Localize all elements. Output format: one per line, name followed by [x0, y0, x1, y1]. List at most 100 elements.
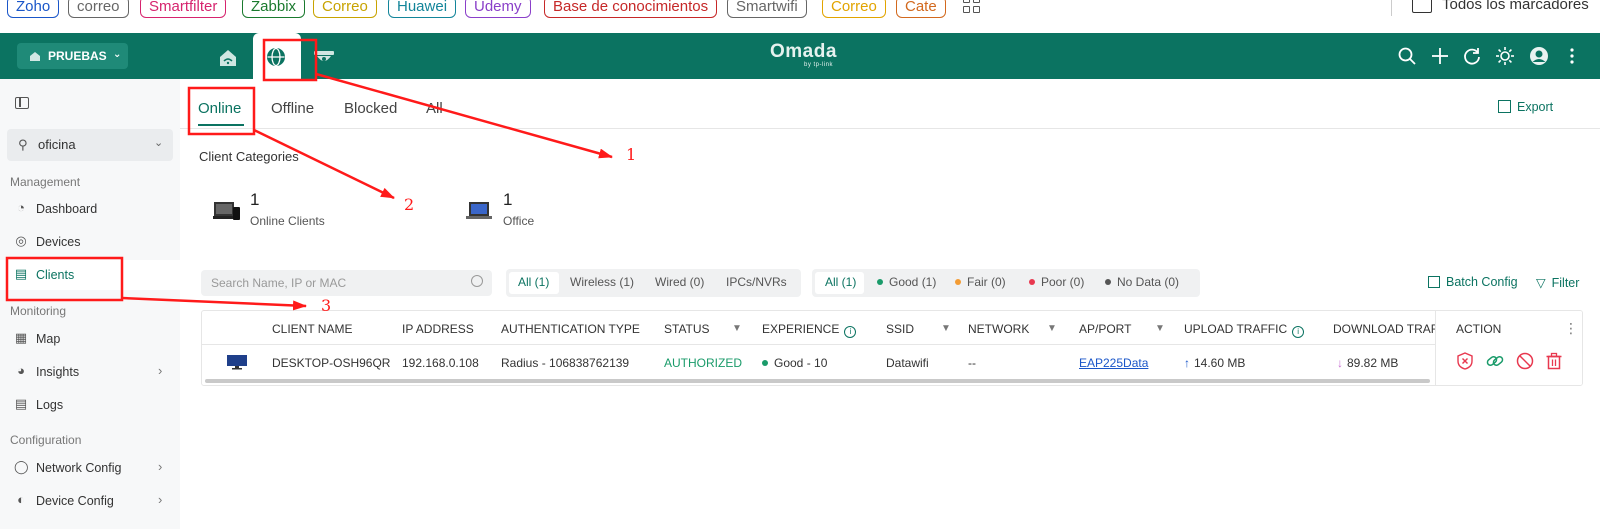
- experience-filter-good[interactable]: Good (1): [877, 275, 936, 289]
- experience-filter-all[interactable]: All (1): [825, 275, 856, 289]
- ap-port-filter-icon[interactable]: ▼: [1155, 323, 1165, 334]
- status-filter-icon[interactable]: ▼: [732, 323, 742, 334]
- col-ssid[interactable]: SSID: [886, 322, 914, 336]
- tab-blocked[interactable]: Blocked: [344, 100, 397, 117]
- tab-clients-globe[interactable]: [253, 33, 301, 79]
- sidebar-item-dashboard[interactable]: ◔ Dashboard: [0, 194, 180, 224]
- bookmark-smartwifi[interactable]: Smartwifi: [727, 0, 807, 18]
- sidebar-item-label: Insights: [36, 365, 80, 379]
- trash-icon[interactable]: [1545, 352, 1563, 370]
- bookmark-huawei[interactable]: Huawei: [388, 0, 457, 18]
- sidebar-item-device-config[interactable]: ◐ Device Config ›: [0, 486, 180, 516]
- bookmark-base-conocimientos[interactable]: Base de conocimientos: [544, 0, 718, 18]
- refresh-icon[interactable]: [1462, 46, 1482, 66]
- col-ap-port[interactable]: AP/PORT: [1079, 322, 1131, 336]
- apps-grid-icon[interactable]: [963, 0, 981, 14]
- search-input[interactable]: Search Name, IP or MAC: [201, 270, 492, 296]
- col-client-name[interactable]: CLIENT NAME: [272, 322, 352, 336]
- all-bookmarks-link[interactable]: Todos los marcadores: [1442, 0, 1589, 13]
- filter-button[interactable]: ▽ Filter: [1536, 275, 1579, 290]
- bookmark-cate[interactable]: Cate: [896, 0, 946, 18]
- info-icon: i: [1292, 326, 1305, 338]
- nodata-dot-icon: [1105, 279, 1111, 285]
- col-status[interactable]: STATUS: [664, 322, 710, 336]
- tab-devices-overview[interactable]: [204, 33, 252, 79]
- tab-online[interactable]: Online: [198, 100, 241, 117]
- horizontal-scrollbar[interactable]: [205, 379, 1430, 383]
- col-ip-address[interactable]: IP ADDRESS: [402, 322, 474, 336]
- section-configuration: Configuration: [10, 433, 82, 447]
- online-clients-icon: [213, 202, 240, 220]
- tab-surveillance[interactable]: [302, 33, 350, 79]
- site-switcher-button[interactable]: PRUEBAS ⌄: [17, 43, 128, 69]
- experience-filter-label: No Data (0): [1117, 275, 1180, 289]
- annotation-label-2: 2: [404, 195, 415, 214]
- sidebar-item-map[interactable]: ▦ Map: [0, 324, 180, 354]
- sidebar-item-network-config[interactable]: ◯ Network Config ›: [0, 453, 180, 483]
- site-select[interactable]: ⚲ oficina ⌄: [7, 129, 173, 161]
- type-filter-wireless[interactable]: Wireless (1): [570, 275, 634, 289]
- home-icon: [30, 52, 40, 61]
- unauthorize-shield-icon[interactable]: [1456, 352, 1474, 370]
- theme-sun-icon[interactable]: [1495, 46, 1515, 66]
- column-settings-icon[interactable]: ⋮: [1564, 320, 1578, 337]
- experience-filter-poor[interactable]: Poor (0): [1029, 275, 1084, 289]
- ssid-filter-icon[interactable]: ▼: [941, 323, 951, 334]
- site-switcher-label: PRUEBAS: [48, 49, 107, 63]
- active-tab-indicator: [198, 124, 244, 126]
- bookmark-smartfilter[interactable]: Smartfilter: [140, 0, 227, 18]
- type-filter-ipcs-nvrs[interactable]: IPCs/NVRs: [726, 275, 787, 289]
- sidebar-item-label: Logs: [36, 398, 64, 412]
- cell-client-name[interactable]: DESKTOP-OSH96QR: [272, 356, 390, 370]
- tab-offline[interactable]: Offline: [271, 100, 314, 117]
- sidebar-item-clients[interactable]: ▤ Clients: [0, 260, 180, 290]
- cell-download: ↓ 89.82 MB: [1337, 356, 1398, 370]
- bookmark-correo-2[interactable]: Correo: [313, 0, 377, 18]
- poor-dot-icon: [1029, 279, 1035, 285]
- chevron-right-icon: ›: [158, 363, 163, 378]
- cell-ap-port-link[interactable]: EAP225Data: [1079, 356, 1148, 370]
- chevron-down-icon: ⌄: [113, 49, 122, 60]
- cell-status: AUTHORIZED: [664, 356, 742, 370]
- sidebar-item-devices[interactable]: ◎ Devices: [0, 227, 180, 257]
- bookmark-correo[interactable]: correo: [68, 0, 129, 18]
- block-icon[interactable]: [1516, 352, 1534, 370]
- bookmark-zoho[interactable]: Zoho: [7, 0, 60, 18]
- filter-label: Filter: [1551, 276, 1580, 290]
- search-placeholder: Search Name, IP or MAC: [211, 276, 347, 290]
- network-filter-icon[interactable]: ▼: [1047, 323, 1057, 334]
- cell-experience: Good - 10: [762, 356, 827, 370]
- search-icon[interactable]: [1397, 46, 1417, 66]
- col-download[interactable]: DOWNLOAD TRAFFI: [1333, 322, 1449, 336]
- clients-table: CLIENT NAME IP ADDRESS AUTHENTICATION TY…: [201, 310, 1583, 386]
- cell-ip-address: 192.168.0.108: [402, 356, 479, 370]
- col-network[interactable]: NETWORK: [968, 322, 1029, 336]
- col-experience[interactable]: EXPERIENCE i: [762, 322, 857, 338]
- bookmark-udemy[interactable]: Udemy: [465, 0, 531, 18]
- add-icon[interactable]: [1430, 46, 1450, 66]
- client-status-tabs: Online Offline Blocked All Export: [180, 79, 1600, 129]
- bookmark-correo-3[interactable]: Correo: [822, 0, 886, 18]
- type-filter-wired[interactable]: Wired (0): [655, 275, 704, 289]
- sidebar-item-insights[interactable]: ◕ Insights ›: [0, 357, 180, 387]
- sidebar-item-logs[interactable]: ▤ Logs: [0, 390, 180, 420]
- sidebar-collapse-icon[interactable]: [15, 97, 29, 109]
- more-vertical-icon[interactable]: [1562, 46, 1582, 66]
- export-button[interactable]: Export: [1498, 100, 1553, 114]
- annotation-label-3: 3: [321, 296, 332, 315]
- category-count: 1: [250, 190, 260, 209]
- experience-filter-fair[interactable]: Fair (0): [955, 275, 1006, 289]
- type-filter-all[interactable]: All (1): [518, 275, 549, 289]
- desktop-monitor-icon: [227, 355, 247, 370]
- col-auth-type[interactable]: AUTHENTICATION TYPE: [501, 322, 640, 336]
- experience-filter-nodata[interactable]: No Data (0): [1105, 275, 1179, 289]
- bookmark-zabbix[interactable]: Zabbix: [242, 0, 306, 18]
- col-upload[interactable]: UPLOAD TRAFFIC i: [1184, 322, 1305, 338]
- sidebar: ⚲ oficina ⌄ Management ◔ Dashboard ◎ Dev…: [0, 79, 180, 529]
- col-action: ACTION: [1456, 322, 1502, 336]
- link-icon[interactable]: [1486, 352, 1504, 370]
- user-avatar-icon[interactable]: [1529, 46, 1549, 66]
- logo-subtext: by tp-link: [804, 62, 834, 68]
- tab-all[interactable]: All: [426, 100, 443, 117]
- batch-config-button[interactable]: Batch Config: [1428, 275, 1518, 289]
